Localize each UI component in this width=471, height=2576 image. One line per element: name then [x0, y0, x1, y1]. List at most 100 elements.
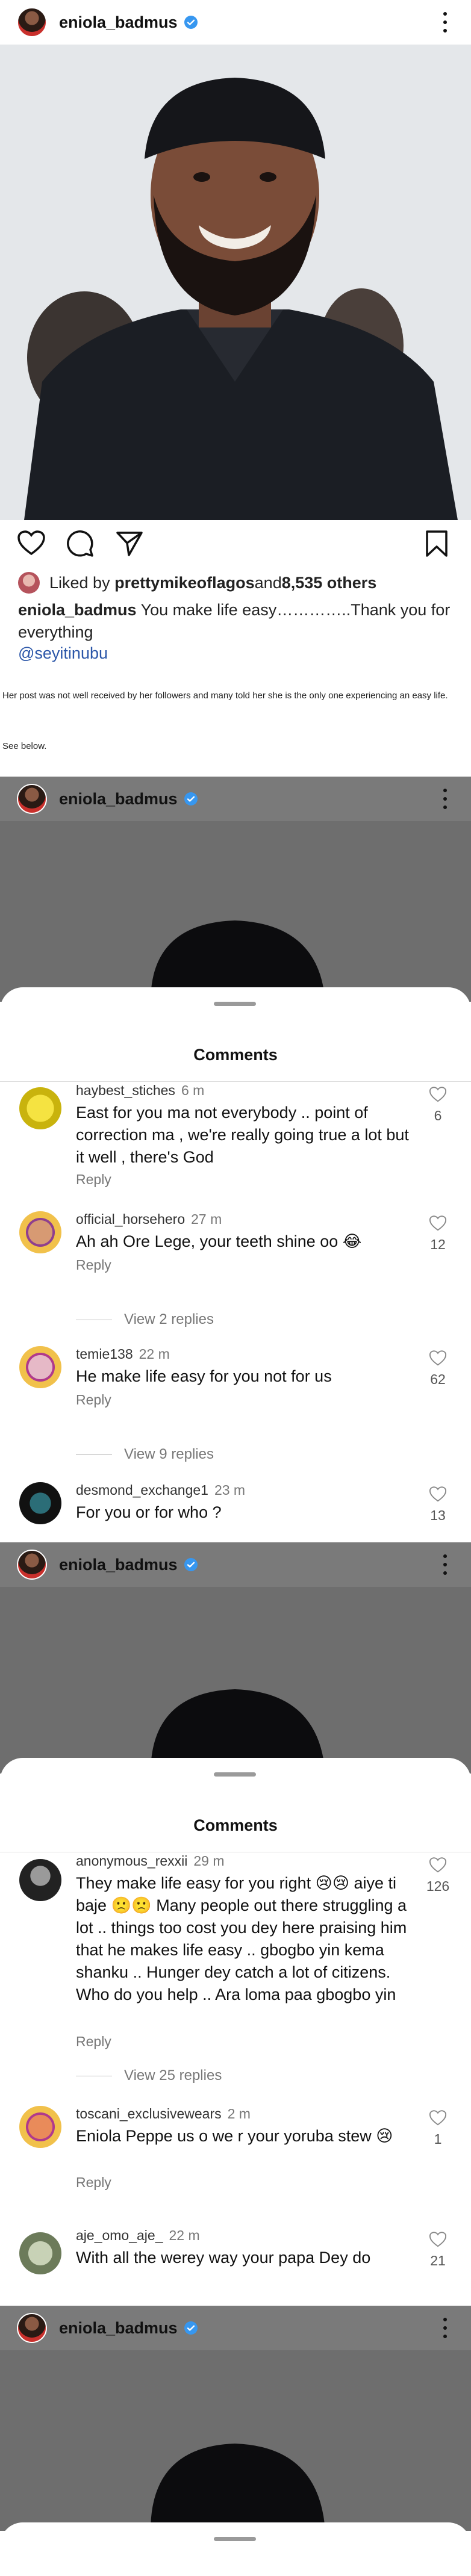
sheet-grabber[interactable]: [214, 1772, 256, 1777]
comment-time: 23 m: [214, 1482, 246, 1498]
likes-count[interactable]: 8,535 others: [282, 574, 377, 592]
verified-badge-icon: [184, 1558, 198, 1571]
comment-username[interactable]: temie138: [76, 1346, 133, 1362]
comments-title: Comments: [193, 1816, 278, 1834]
comment-heart-icon[interactable]: [429, 1215, 447, 1232]
comment-time: 22 m: [139, 1346, 170, 1362]
comment-meta: haybest_stiches 6 m: [76, 1082, 204, 1099]
comment-time: 27 m: [191, 1211, 222, 1227]
article-note: Her post was not well received by her fo…: [2, 691, 448, 701]
comment-username[interactable]: aje_omo_aje_: [76, 2227, 163, 2243]
bookmark-icon[interactable]: [425, 530, 449, 557]
comment-avatar[interactable]: [19, 1346, 61, 1388]
comment-text: Ah ah Ore Lege, your teeth shine oo 😂: [76, 1232, 362, 1250]
comment-avatar[interactable]: [19, 1859, 61, 1901]
post-header-dimmed: eniola_badmus: [0, 777, 471, 821]
comment-meta: desmond_exchange1 23 m: [76, 1482, 245, 1498]
comment-text: He make life easy for you not for us: [76, 1367, 332, 1385]
comment-avatar[interactable]: [19, 2232, 61, 2274]
profile-avatar: [17, 784, 47, 814]
liked-by-row[interactable]: Liked by prettymikeoflagos and 8,535 oth…: [18, 572, 376, 594]
comment-meta: anonymous_rexxii 29 m: [76, 1853, 225, 1869]
comment-text: They make life easy for you right 😢😢 aiy…: [76, 1874, 407, 2003]
verified-badge-icon: [184, 2321, 198, 2335]
comment-avatar[interactable]: [19, 1087, 61, 1129]
comments-sheet: Comments haybest_stiches 6 m East for you…: [0, 987, 471, 1542]
liked-by-user[interactable]: prettymikeoflagos: [114, 574, 255, 592]
view-replies-button[interactable]: View 9 replies: [76, 1446, 214, 1463]
comment-meta: toscani_exclusivewears 2 m: [76, 2106, 251, 2122]
comment-heart-icon[interactable]: [429, 1857, 447, 1873]
post-header-dimmed: eniola_badmus: [0, 2306, 471, 2350]
caption-mention[interactable]: @seyitinubu: [18, 644, 108, 663]
comment-icon[interactable]: [66, 530, 94, 557]
liker-avatar: [18, 572, 40, 594]
comment-username[interactable]: haybest_stiches: [76, 1082, 175, 1098]
view-replies-button[interactable]: View 2 replies: [76, 1311, 214, 1328]
article-see-below: See below.: [2, 741, 47, 751]
comment-text: East for you ma not everybody .. point o…: [76, 1103, 409, 1166]
view-replies-button[interactable]: View 25 replies: [76, 2067, 222, 2084]
more-options-icon[interactable]: [443, 12, 448, 33]
sheet-grabber[interactable]: [214, 1002, 256, 1006]
more-options-icon: [443, 2318, 448, 2338]
comment-username[interactable]: official_horsehero: [76, 1211, 185, 1227]
more-options-icon: [443, 789, 448, 809]
comment-meta: official_horsehero 27 m: [76, 1211, 222, 1227]
view-replies-label: View 9 replies: [124, 1446, 214, 1462]
liked-by-and: and: [254, 573, 282, 592]
comment-text: Eniola Peppe us o we r your yoruba stew …: [76, 2127, 393, 2145]
comments-title: Comments: [193, 1046, 278, 1064]
comment-username[interactable]: anonymous_rexxii: [76, 1853, 187, 1869]
verified-badge-icon: [184, 792, 198, 805]
comment-time: 29 m: [193, 1853, 225, 1869]
username[interactable]: eniola_badmus: [59, 13, 178, 32]
verified-badge-icon: [184, 16, 198, 29]
man-portrait-image: [0, 45, 471, 520]
profile-avatar: [17, 1550, 47, 1580]
comment-meta: temie138 22 m: [76, 1346, 170, 1362]
comments-sheet: [0, 2522, 471, 2576]
reply-button[interactable]: Reply: [76, 1392, 111, 1408]
reply-button[interactable]: Reply: [76, 1172, 111, 1188]
reply-button[interactable]: Reply: [76, 2034, 111, 2050]
comment-avatar[interactable]: [19, 1482, 61, 1524]
caption-username[interactable]: eniola_badmus: [18, 601, 137, 619]
comment-username[interactable]: toscani_exclusivewears: [76, 2106, 222, 2121]
comment-like-count: 13: [430, 1507, 446, 1523]
post-header-dimmed: eniola_badmus: [0, 1542, 471, 1587]
post-photo-dimmed: [0, 1587, 471, 1774]
post-photo-dimmed: [0, 2350, 471, 2531]
post-caption: eniola_badmus You make life easy…………..Th…: [18, 599, 458, 644]
share-icon[interactable]: [116, 530, 143, 557]
comment-heart-icon[interactable]: [429, 2109, 447, 2126]
post-photo[interactable]: [0, 45, 471, 520]
comment-heart-icon[interactable]: [429, 1086, 447, 1103]
reply-button[interactable]: Reply: [76, 1257, 111, 1273]
reply-button[interactable]: Reply: [76, 2174, 111, 2191]
sheet-divider: [0, 1081, 471, 1082]
comment-like-count: 126: [426, 1878, 450, 1894]
liked-by-prefix: Liked by: [49, 573, 110, 592]
comment-like-count: 62: [430, 1371, 446, 1387]
post-header: eniola_badmus: [0, 0, 471, 45]
comment-heart-icon[interactable]: [429, 1486, 447, 1503]
comment-avatar[interactable]: [19, 2106, 61, 2148]
heart-icon[interactable]: [17, 530, 46, 556]
profile-avatar[interactable]: [17, 7, 47, 37]
username: eniola_badmus: [59, 2318, 178, 2337]
view-replies-label: View 2 replies: [124, 1311, 214, 1327]
comment-like-count: 12: [430, 1237, 446, 1252]
comment-text: For you or for who ?: [76, 1503, 222, 1521]
sheet-grabber[interactable]: [214, 2537, 256, 2541]
comment-avatar[interactable]: [19, 1211, 61, 1253]
comment-heart-icon[interactable]: [429, 2231, 447, 2248]
username: eniola_badmus: [59, 789, 178, 808]
comment-username[interactable]: desmond_exchange1: [76, 1482, 208, 1498]
more-options-icon: [443, 1554, 448, 1575]
comment-meta: aje_omo_aje_ 22 m: [76, 2227, 200, 2244]
man-portrait-image: [151, 2444, 325, 2531]
man-portrait-image: [151, 920, 325, 1002]
username: eniola_badmus: [59, 1555, 178, 1574]
comment-heart-icon[interactable]: [429, 1350, 447, 1367]
